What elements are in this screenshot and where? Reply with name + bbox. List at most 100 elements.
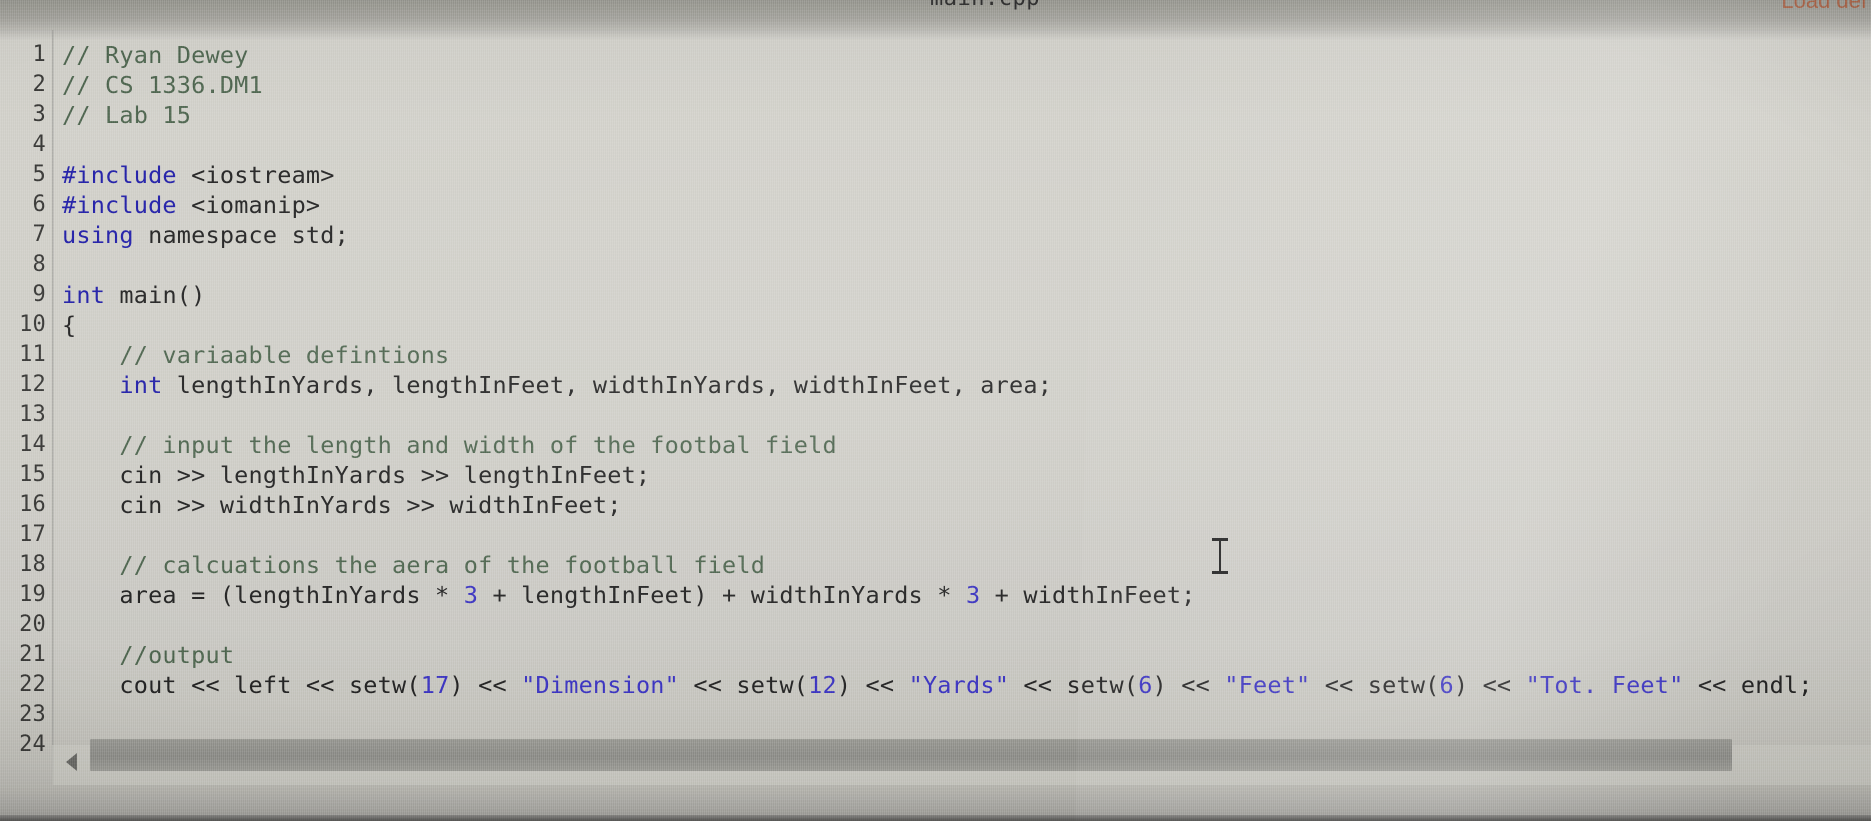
- line-number: 7: [32, 222, 46, 247]
- line-number: 8: [32, 252, 46, 277]
- line-number: 24: [19, 732, 46, 757]
- code-text: area = (lengthInYards * 3 + lengthInFeet…: [62, 580, 1196, 610]
- line-number: 21: [19, 642, 46, 667]
- code-token: main(): [105, 281, 206, 309]
- code-text: // CS 1336.DM1: [62, 70, 263, 100]
- code-text: cin >> lengthInYards >> lengthInFeet;: [62, 460, 650, 490]
- code-token: //output: [62, 641, 235, 669]
- code-token: // Ryan Dewey: [62, 41, 249, 69]
- code-editor[interactable]: 1 // Ryan Dewey 2 // CS 1336.DM1 3 // Lab 15 4…: [0, 30, 1871, 785]
- code-token: // CS 1336.DM1: [62, 71, 263, 99]
- code-line[interactable]: 15 cin >> lengthInYards >> lengthInFeet;: [0, 460, 1871, 490]
- code-text: // variaable defintions: [62, 340, 449, 370]
- code-token: ) <<: [1453, 671, 1526, 699]
- line-number: 20: [19, 612, 46, 637]
- code-line[interactable]: 1 // Ryan Dewey: [0, 40, 1871, 70]
- code-token: 6: [1138, 671, 1153, 699]
- code-line[interactable]: 3 // Lab 15: [0, 100, 1871, 130]
- line-number: 5: [32, 162, 46, 187]
- code-token: ) <<: [1152, 671, 1225, 699]
- code-line[interactable]: 17: [0, 520, 1871, 550]
- code-line[interactable]: 6 #include <iomanip>: [0, 190, 1871, 220]
- monitor-bottom-edge: [0, 815, 1871, 821]
- line-number: 2: [32, 72, 46, 97]
- code-line[interactable]: 11 // variaable defintions: [0, 340, 1871, 370]
- code-text: int lengthInYards, lengthInFeet, widthIn…: [62, 370, 1052, 400]
- code-line[interactable]: 22 cout << left << setw(17) << "Dimensio…: [0, 670, 1871, 700]
- code-token: int: [119, 371, 163, 399]
- code-token: << endl;: [1683, 671, 1813, 699]
- line-number: 10: [19, 312, 46, 337]
- code-line[interactable]: 8: [0, 250, 1871, 280]
- scroll-left-arrow-icon[interactable]: [66, 753, 77, 771]
- line-number: 11: [19, 342, 46, 367]
- code-token: using: [62, 221, 134, 249]
- code-line[interactable]: 4: [0, 130, 1871, 160]
- code-line[interactable]: 21 //output: [0, 640, 1871, 670]
- code-token: 17: [420, 671, 450, 699]
- code-line[interactable]: 13: [0, 400, 1871, 430]
- code-token: << setw(: [1310, 671, 1440, 699]
- code-text: // Lab 15: [62, 100, 191, 130]
- horizontal-scrollbar[interactable]: [52, 739, 1871, 785]
- code-token: 3: [965, 581, 981, 609]
- code-token: 3: [463, 581, 479, 609]
- line-number: 3: [32, 102, 46, 127]
- code-line[interactable]: 23: [0, 700, 1871, 730]
- code-token: int: [62, 281, 106, 309]
- line-number: 14: [19, 432, 46, 457]
- text-ibeam-cursor-icon: [1212, 538, 1228, 574]
- code-text: // input the length and width of the foo…: [62, 430, 837, 460]
- code-token: cin >> widthInYards >> widthInFeet;: [62, 491, 622, 519]
- code-token: cout << left << setw(: [62, 671, 421, 699]
- line-number: 9: [32, 282, 46, 307]
- code-line[interactable]: 2 // CS 1336.DM1: [0, 70, 1871, 100]
- line-number: 1: [32, 42, 46, 67]
- code-token: ) <<: [449, 671, 522, 699]
- monitor-photo-screenshot: main.cpp Load def 1 // Ryan Dewey 2 // CS 1…: [0, 0, 1871, 821]
- line-number: 12: [19, 372, 46, 397]
- tab-main-cpp[interactable]: main.cpp: [930, 0, 1040, 11]
- code-line[interactable]: 5 #include <iostream>: [0, 160, 1871, 190]
- code-text: cout << left << setw(17) << "Dimension" …: [62, 670, 1813, 700]
- code-line[interactable]: 18 // calcuations the aera of the footba…: [0, 550, 1871, 580]
- code-line[interactable]: 12 int lengthInYards, lengthInFeet, widt…: [0, 370, 1871, 400]
- code-token: {: [62, 311, 77, 339]
- code-token: // variaable defintions: [62, 341, 450, 369]
- code-line[interactable]: 10 {: [0, 310, 1871, 340]
- code-text: #include <iomanip>: [62, 190, 320, 220]
- code-token: // input the length and width of the foo…: [62, 431, 837, 459]
- code-token: << setw(: [1009, 671, 1139, 699]
- code-line[interactable]: 14 // input the length and width of the …: [0, 430, 1871, 460]
- editor-tab-bar[interactable]: main.cpp Load def: [0, 0, 1871, 30]
- code-token: <iostream>: [176, 161, 335, 189]
- code-token: area = (lengthInYards *: [62, 581, 464, 609]
- code-line[interactable]: 16 cin >> widthInYards >> widthInFeet;: [0, 490, 1871, 520]
- scrollbar-thumb[interactable]: [90, 739, 1732, 771]
- code-token: // calcuations the aera of the football …: [62, 551, 766, 579]
- code-line-list: 1 // Ryan Dewey 2 // CS 1336.DM1 3 // Lab 15 4…: [0, 40, 1871, 760]
- code-text: #include <iostream>: [62, 160, 335, 190]
- code-token: "Feet": [1224, 671, 1311, 699]
- line-number: 17: [19, 522, 46, 547]
- line-number: 4: [32, 132, 46, 157]
- line-number: 18: [19, 552, 46, 577]
- code-text: using namespace std;: [62, 220, 349, 250]
- code-text: {: [62, 310, 76, 340]
- line-number: 16: [19, 492, 46, 517]
- code-text: // calcuations the aera of the football …: [62, 550, 765, 580]
- code-token: ) <<: [836, 671, 909, 699]
- code-line[interactable]: 20: [0, 610, 1871, 640]
- load-definitions-label[interactable]: Load def: [1781, 0, 1867, 14]
- code-line[interactable]: 7 using namespace std;: [0, 220, 1871, 250]
- code-token: "Dimension": [521, 671, 680, 699]
- code-token: + widthInFeet;: [980, 581, 1196, 609]
- code-line[interactable]: 19 area = (lengthInYards * 3 + lengthInF…: [0, 580, 1871, 610]
- code-token: lengthInYards, lengthInFeet, widthInYard…: [162, 371, 1053, 399]
- code-token: // Lab 15: [62, 101, 192, 129]
- code-line[interactable]: 9 int main(): [0, 280, 1871, 310]
- code-token: #include: [62, 191, 177, 219]
- line-number: 13: [19, 402, 46, 427]
- code-token: "Yards": [908, 671, 1010, 699]
